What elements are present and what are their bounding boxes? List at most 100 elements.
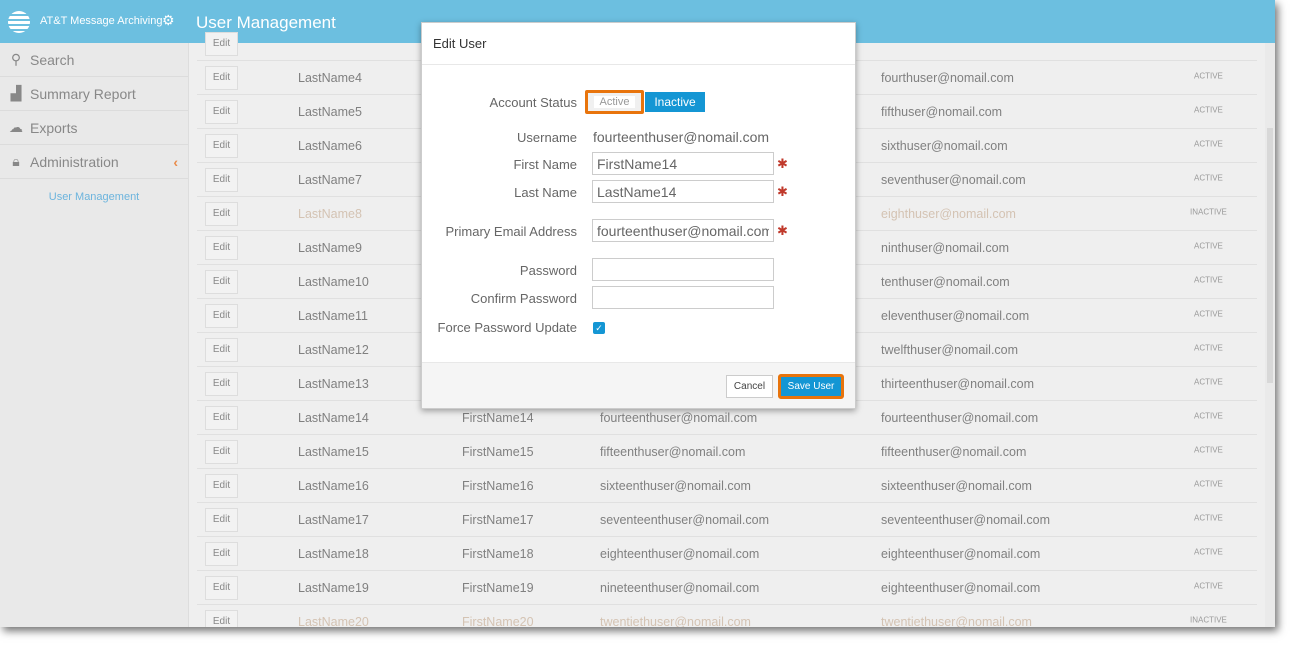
edit-button[interactable]: Edit xyxy=(205,65,238,90)
edit-button[interactable]: Edit xyxy=(205,269,238,294)
status-badge: ACTIVE xyxy=(1194,173,1223,183)
sidebar-item-search[interactable]: ⚲ Search xyxy=(0,43,188,77)
last-name-cell: LastName19 xyxy=(298,580,369,595)
last-name-cell: LastName6 xyxy=(298,138,362,153)
last-name-cell: LastName13 xyxy=(298,376,369,391)
last-name-cell: LastName10 xyxy=(298,274,369,289)
primary-email-cell: seventhuser@nomail.com xyxy=(881,172,1026,187)
scrollbar-thumb[interactable] xyxy=(1267,128,1273,383)
primary-email-cell: seventeenthuser@nomail.com xyxy=(881,512,1051,527)
table-row: Edit LastName16 FirstName16 sixteenthuse… xyxy=(197,469,1257,503)
edit-user-dialog: Edit User Account Status Active Inactive… xyxy=(421,22,856,409)
email-cell: sixteenthuser@nomail.com xyxy=(600,478,751,493)
last-name-cell: LastName12 xyxy=(298,342,369,357)
first-name-cell: FirstName18 xyxy=(462,546,534,561)
first-name-cell: FirstName20 xyxy=(462,614,534,628)
edit-button[interactable]: Edit xyxy=(205,405,238,430)
first-name-cell: FirstName19 xyxy=(462,580,534,595)
email-input[interactable] xyxy=(592,219,774,242)
username-value: fourteenthuser@nomail.com xyxy=(593,129,770,145)
force-password-update-checkbox[interactable]: ✓ xyxy=(593,322,605,334)
edit-button[interactable]: Edit xyxy=(205,609,238,627)
edit-button[interactable]: Edit xyxy=(205,371,238,396)
cloud-download-icon: ☁ xyxy=(9,119,23,135)
edit-button[interactable]: Edit xyxy=(205,133,238,158)
email-label: Primary Email Address xyxy=(445,224,577,239)
edit-button[interactable]: Edit xyxy=(205,303,238,328)
chevron-left-icon: ‹ xyxy=(173,153,178,170)
password-input[interactable] xyxy=(592,258,774,281)
table-row: Edit LastName18 FirstName18 eighteenthus… xyxy=(197,537,1257,571)
email-cell: nineteenthuser@nomail.com xyxy=(600,580,760,595)
dialog-title: Edit User xyxy=(422,23,855,65)
email-cell: eighteenthuser@nomail.com xyxy=(600,546,760,561)
status-badge: ACTIVE xyxy=(1194,71,1223,81)
status-badge: ACTIVE xyxy=(1194,241,1223,251)
status-badge: ACTIVE xyxy=(1194,275,1223,285)
status-badge: INACTIVE xyxy=(1190,615,1227,625)
inactive-toggle[interactable]: Inactive xyxy=(645,92,705,112)
primary-email-cell: ninthuser@nomail.com xyxy=(881,240,1010,255)
primary-email-cell: twelfthuser@nomail.com xyxy=(881,342,1019,357)
edit-button[interactable]: Edit xyxy=(205,99,238,124)
sidebar-item-label: Search xyxy=(30,51,75,68)
sidebar-item-exports[interactable]: ☁ Exports xyxy=(0,111,188,145)
last-name-cell: LastName7 xyxy=(298,172,362,187)
primary-email-cell: thirteenthuser@nomail.com xyxy=(881,376,1035,391)
primary-email-cell: eleventhuser@nomail.com xyxy=(881,308,1030,323)
primary-email-cell: fifteenthuser@nomail.com xyxy=(881,444,1027,459)
edit-button[interactable]: Edit xyxy=(205,575,238,600)
last-name-cell: LastName17 xyxy=(298,512,369,527)
edit-button[interactable]: Edit xyxy=(205,201,238,226)
last-name-cell: LastName18 xyxy=(298,546,369,561)
gear-icon[interactable]: ⚙ xyxy=(162,12,175,29)
status-badge: ACTIVE xyxy=(1194,513,1223,523)
last-name-cell: LastName20 xyxy=(298,614,369,628)
sidebar-item-label: Administration xyxy=(30,153,119,170)
cancel-button[interactable]: Cancel xyxy=(726,375,773,398)
sidebar-item-summary-report[interactable]: ▟ Summary Report xyxy=(0,77,188,111)
confirm-password-input[interactable] xyxy=(592,286,774,309)
edit-button[interactable]: Edit xyxy=(205,507,238,532)
edit-button[interactable]: Edit xyxy=(205,167,238,192)
active-toggle[interactable]: Active xyxy=(585,90,644,114)
primary-email-cell: eighteenthuser@nomail.com xyxy=(881,580,1041,595)
edit-button[interactable]: Edit xyxy=(205,235,238,260)
first-name-cell: FirstName17 xyxy=(462,512,534,527)
email-cell: seventeenthuser@nomail.com xyxy=(600,512,770,527)
first-name-input[interactable] xyxy=(592,152,774,175)
dialog-footer: Cancel Save User xyxy=(422,362,855,408)
primary-email-cell: sixteenthuser@nomail.com xyxy=(881,478,1032,493)
edit-button[interactable]: Edit xyxy=(205,473,238,498)
table-row: Edit LastName19 FirstName19 nineteenthus… xyxy=(197,571,1257,605)
last-name-cell: LastName16 xyxy=(298,478,369,493)
edit-button[interactable]: Edit xyxy=(205,31,238,56)
status-badge: ACTIVE xyxy=(1194,377,1223,387)
last-name-cell: LastName15 xyxy=(298,444,369,459)
edit-button[interactable]: Edit xyxy=(205,541,238,566)
required-icon: ✱ xyxy=(777,184,788,199)
username-label: Username xyxy=(517,130,577,145)
last-name-cell: LastName4 xyxy=(298,70,362,85)
primary-email-cell: fifthuser@nomail.com xyxy=(881,104,1003,119)
sidebar-subitem-user-management[interactable]: User Management xyxy=(0,179,188,203)
table-row: Edit LastName15 FirstName15 fifteenthuse… xyxy=(197,435,1257,469)
status-badge: ACTIVE xyxy=(1194,309,1223,319)
status-badge: ACTIVE xyxy=(1194,581,1223,591)
status-badge: ACTIVE xyxy=(1194,411,1223,421)
confirm-password-label: Confirm Password xyxy=(470,291,577,306)
primary-email-cell: eighteenthuser@nomail.com xyxy=(881,546,1041,561)
scrollbar[interactable] xyxy=(1265,43,1275,627)
edit-button[interactable]: Edit xyxy=(205,439,238,464)
force-password-update-label: Force Password Update xyxy=(437,320,577,335)
status-badge: ACTIVE xyxy=(1194,479,1223,489)
last-name-input[interactable] xyxy=(592,180,774,203)
sidebar-item-administration[interactable]: 🔒︎ Administration ‹ xyxy=(0,145,188,179)
first-name-label: First Name xyxy=(513,157,577,172)
save-user-button[interactable]: Save User xyxy=(778,374,844,399)
required-icon: ✱ xyxy=(777,156,788,171)
primary-email-cell: eighthuser@nomail.com xyxy=(881,206,1016,221)
last-name-cell: LastName11 xyxy=(298,308,368,323)
bar-chart-icon: ▟ xyxy=(10,85,22,101)
edit-button[interactable]: Edit xyxy=(205,337,238,362)
